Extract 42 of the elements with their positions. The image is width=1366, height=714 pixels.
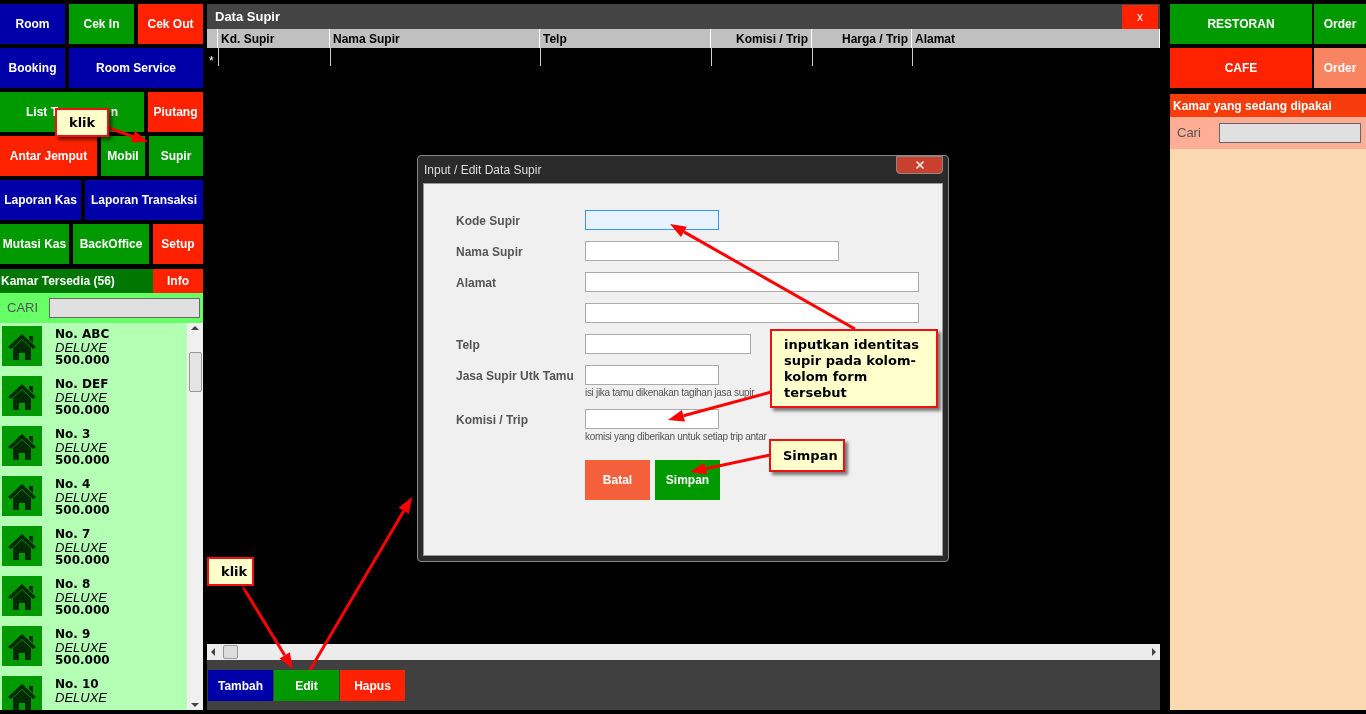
callout-tooltip: inputkan identitas supir pada kolom-kolom form tersebut: [770, 329, 938, 408]
dialog-title: Input / Edit Data Supir: [424, 162, 542, 179]
panel-header: Kamar Tersedia (56): [0, 269, 153, 293]
field-label: Alamat: [456, 276, 496, 290]
room-price: 500.000: [55, 504, 110, 517]
room-type: DELUXE: [55, 591, 109, 604]
room-price: 500.000: [55, 554, 110, 567]
field-label: Komisi / Trip: [456, 413, 528, 427]
room-price: 500.000: [55, 604, 110, 617]
room-name: No. ABC: [55, 328, 110, 341]
room-price: 500.000: [55, 354, 110, 367]
search-label: CARI: [7, 299, 40, 318]
room-name: No. 7: [55, 528, 92, 541]
room-type: DELUXE: [55, 541, 109, 554]
field-label: Jasa Supir Utk Tamu: [456, 369, 574, 383]
callout-tooltip: klik: [207, 557, 254, 586]
room-price: 500.000: [55, 404, 110, 417]
field-hint: komisi yang diberikan untuk setiap trip antar: [585, 431, 767, 442]
room-type: DELUXE: [55, 491, 109, 504]
new-row-marker: *: [208, 53, 215, 66]
room-name: No. 4: [55, 478, 92, 491]
room-name: No. 10: [55, 678, 100, 691]
room-type: DELUXE: [55, 691, 108, 704]
callout-tooltip: Simpan: [769, 439, 845, 472]
room-type: DELUXE: [55, 391, 109, 404]
field-label: Telp: [456, 338, 480, 352]
window-title: Data Supir: [215, 7, 280, 26]
field-hint: isi jika tamu dikenakan tagihan jasa supir: [585, 387, 755, 398]
room-type: DELUXE: [55, 441, 109, 454]
search-label: Cari: [1177, 124, 1202, 143]
field-label: Kode Supir: [456, 214, 520, 228]
callout-tooltip: klik: [55, 108, 109, 137]
room-name: No. 3: [55, 428, 92, 441]
room-price: 500.000: [55, 654, 110, 667]
room-name: No. 8: [55, 578, 92, 591]
room-name: No. DEF: [55, 378, 110, 391]
field-label: Nama Supir: [456, 245, 523, 259]
room-name: No. 9: [55, 628, 92, 641]
room-type: DELUXE: [55, 341, 109, 354]
panel-header: Kamar yang sedang dipakai: [1170, 94, 1366, 117]
room-type: DELUXE: [55, 641, 109, 654]
room-price: 500.000: [55, 454, 110, 467]
